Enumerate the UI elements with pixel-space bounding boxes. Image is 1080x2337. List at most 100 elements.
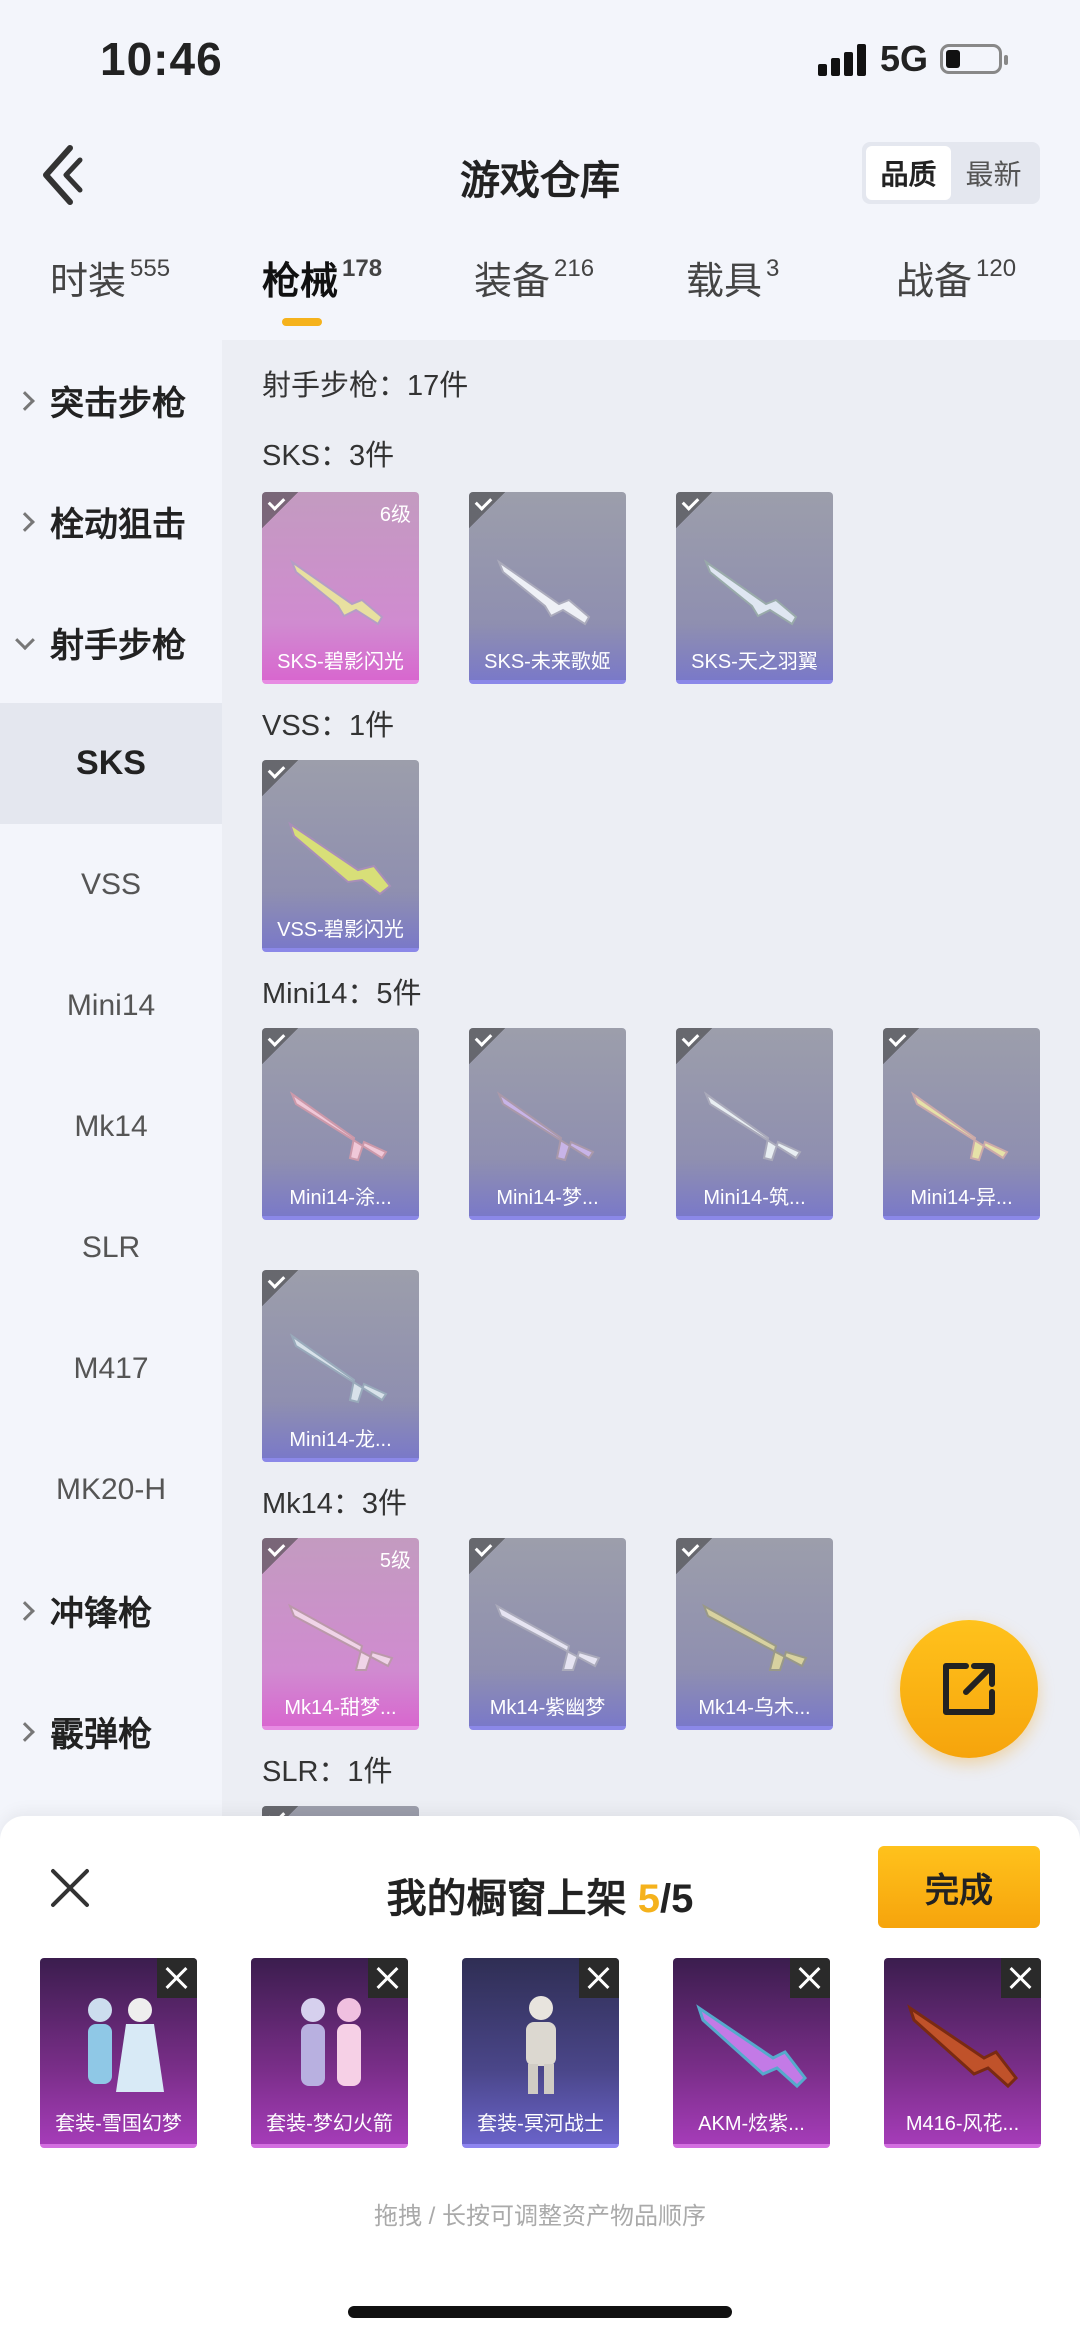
- item-card[interactable]: SKS-未来歌姬: [469, 492, 626, 684]
- item-card[interactable]: Mini14-筑...: [676, 1028, 833, 1220]
- shelf-item[interactable]: AKM-炫紫...: [673, 1958, 830, 2148]
- remove-icon[interactable]: [790, 1958, 830, 1998]
- category-summary: 射手步枪：17件: [262, 370, 469, 402]
- sidebar-item-marksman-rifle[interactable]: 射手步枪: [0, 582, 222, 703]
- showcase-sheet: 我的橱窗上架 5/5 完成 套装-雪国幻梦 套装-梦幻火箭 套装-冥河战士 AK…: [0, 1816, 1080, 2337]
- sidebar-item-mk20h[interactable]: MK20-H: [0, 1429, 222, 1550]
- chevron-right-icon: [15, 1600, 35, 1621]
- section-title-mini14: Mini14：5件: [262, 978, 422, 1010]
- sidebar-item-smg[interactable]: 冲锋枪: [0, 1550, 222, 1671]
- rifle-icon: [496, 1091, 595, 1162]
- sidebar-item-mk14[interactable]: Mk14: [0, 1066, 222, 1187]
- chevron-right-icon: [15, 511, 35, 532]
- check-icon: [262, 1028, 298, 1064]
- item-card[interactable]: Mini14-异...: [883, 1028, 1040, 1220]
- item-grid: 射手步枪：17件 SKS：3件 6级 SKS-碧影闪光 SKS-未来歌姬 SKS…: [222, 340, 1080, 1820]
- tab-underline: [282, 318, 322, 326]
- shelf-item-label: 套装-雪国幻梦: [55, 2113, 182, 2135]
- item-label: SKS-天之羽翼: [691, 651, 818, 673]
- outfit-icon: [301, 1998, 361, 2086]
- item-label: VSS-碧影闪光: [277, 919, 404, 941]
- item-label: Mk14-甜梦...: [284, 1697, 397, 1719]
- shelf-item-label: AKM-炫紫...: [698, 2113, 805, 2135]
- tab-supplies[interactable]: 战备 120: [896, 250, 1016, 305]
- rifle-icon: [289, 1333, 388, 1404]
- check-icon: [262, 1270, 298, 1306]
- item-card[interactable]: VSS-碧影闪光: [262, 760, 419, 952]
- sidebar-item-mini14[interactable]: Mini14: [0, 945, 222, 1066]
- item-card[interactable]: Mk14-乌木...: [676, 1538, 833, 1730]
- sort-quality-button[interactable]: 品质: [866, 146, 951, 200]
- shelf-item[interactable]: M416-风花...: [884, 1958, 1041, 2148]
- item-card[interactable]: Mini14-涂...: [262, 1028, 419, 1220]
- tab-equipment[interactable]: 装备 216: [474, 250, 594, 305]
- check-icon: [469, 492, 505, 528]
- section-title-slr: SLR：1件: [262, 1756, 393, 1788]
- sidebar-item-vss[interactable]: VSS: [0, 824, 222, 945]
- rifle-icon: [288, 1603, 394, 1671]
- done-button[interactable]: 完成: [878, 1846, 1040, 1928]
- shelf-item[interactable]: 套装-冥河战士: [462, 1958, 619, 2148]
- share-button[interactable]: [900, 1620, 1038, 1758]
- sidebar-item-bolt-sniper[interactable]: 栓动狙击: [0, 461, 222, 582]
- check-icon: [469, 1538, 505, 1574]
- sidebar: 突击步枪 栓动狙击 射手步枪 SKS VSS Mini14 Mk14 SLR M…: [0, 340, 222, 1820]
- remove-icon[interactable]: [368, 1958, 408, 1998]
- tab-vehicles[interactable]: 载具 3: [686, 250, 779, 305]
- check-icon: [883, 1028, 919, 1064]
- check-icon: [676, 1028, 712, 1064]
- rifle-icon: [703, 1091, 802, 1162]
- item-card[interactable]: 5级 Mk14-甜梦...: [262, 1538, 419, 1730]
- tab-fashion[interactable]: 时装 555: [50, 250, 170, 305]
- sidebar-item-sks[interactable]: SKS: [0, 703, 222, 824]
- rifle-icon: [496, 559, 591, 626]
- item-card[interactable]: 6级 SKS-碧影闪光: [262, 492, 419, 684]
- tab-guns[interactable]: 枪械 178: [262, 250, 382, 326]
- check-icon: [469, 1028, 505, 1064]
- sidebar-item-assault-rifle[interactable]: 突击步枪: [0, 340, 222, 461]
- shelf-item[interactable]: 套装-雪国幻梦: [40, 1958, 197, 2148]
- item-label: Mini14-龙...: [289, 1429, 392, 1451]
- check-icon: [262, 492, 298, 528]
- check-icon: [676, 492, 712, 528]
- rifle-icon: [703, 559, 798, 626]
- external-link-icon: [943, 1663, 995, 1715]
- section-title-sks: SKS：3件: [262, 440, 395, 472]
- shelf-item-label: 套装-梦幻火箭: [266, 2113, 393, 2135]
- item-label: Mk14-紫幽梦: [489, 1697, 606, 1719]
- item-card[interactable]: Mini14-梦...: [469, 1028, 626, 1220]
- rifle-icon: [289, 559, 384, 626]
- rifle-icon: [288, 821, 392, 896]
- section-title-vss: VSS：1件: [262, 710, 395, 742]
- chevron-down-icon: [15, 629, 35, 650]
- item-label: Mini14-涂...: [289, 1187, 392, 1209]
- item-card[interactable]: Mk14-紫幽梦: [469, 1538, 626, 1730]
- section-title-mk14: Mk14：3件: [262, 1488, 408, 1520]
- sort-toggle: 品质 最新: [862, 142, 1040, 204]
- remove-icon[interactable]: [157, 1958, 197, 1998]
- shelf-item[interactable]: 套装-梦幻火箭: [251, 1958, 408, 2148]
- sidebar-item-shotgun[interactable]: 霰弹枪: [0, 1671, 222, 1792]
- shelf-item-label: M416-风花...: [905, 2113, 1020, 2135]
- home-indicator[interactable]: [348, 2306, 732, 2318]
- item-card[interactable]: Mini14-龙...: [262, 1270, 419, 1462]
- network-label: 5G: [880, 38, 929, 79]
- remove-icon[interactable]: [579, 1958, 619, 1998]
- item-label: Mk14-乌木...: [698, 1697, 811, 1719]
- chevron-right-icon: [15, 1721, 35, 1742]
- sort-newest-button[interactable]: 最新: [951, 146, 1036, 200]
- status-bar: 10:46 5G: [0, 0, 1080, 120]
- sidebar-item-slr[interactable]: SLR: [0, 1187, 222, 1308]
- shelf-count: 5: [637, 1877, 660, 1921]
- level-badge: 6级: [379, 504, 411, 526]
- item-label: Mini14-筑...: [703, 1187, 806, 1209]
- item-label: SKS-碧影闪光: [277, 651, 404, 673]
- check-icon: [676, 1538, 712, 1574]
- item-label: Mini14-梦...: [496, 1187, 599, 1209]
- remove-icon[interactable]: [1001, 1958, 1041, 1998]
- rifle-icon: [910, 1091, 1009, 1162]
- outfit-icon: [88, 1998, 164, 2092]
- item-card[interactable]: SKS-天之羽翼: [676, 492, 833, 684]
- sidebar-item-m417[interactable]: M417: [0, 1308, 222, 1429]
- chevron-right-icon: [15, 390, 35, 411]
